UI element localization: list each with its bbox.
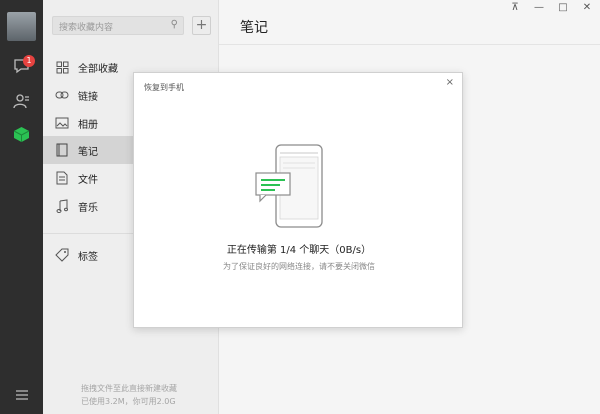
nav-label: 全部收藏 <box>78 63 118 75</box>
tag-icon <box>55 248 69 262</box>
favorites-cube-icon[interactable] <box>11 124 32 145</box>
nav-label: 文件 <box>78 174 98 186</box>
add-button[interactable]: + <box>192 16 211 35</box>
grid-icon <box>55 60 69 74</box>
nav-label: 音乐 <box>78 202 98 214</box>
search-placeholder: 搜索收藏内容 <box>59 23 114 33</box>
page-title: 笔记 <box>240 20 268 36</box>
transfer-status: 正在传输第 1/4 个聊天（0B/s） <box>226 245 372 256</box>
app-sidebar-rail: 1 <box>0 0 43 414</box>
restore-to-phone-dialog: 恢复到手机 × 正在传输第 1/4 个聊天（0B/s） 为了保证良好的网络连接，… <box>133 72 463 328</box>
file-icon <box>55 171 69 185</box>
transfer-hint: 为了保证良好的网络连接，请不要关闭微信 <box>223 262 375 271</box>
close-window-button[interactable]: ✕ <box>580 2 594 13</box>
dialog-title: 恢复到手机 <box>144 83 184 92</box>
avatar[interactable] <box>7 12 36 41</box>
search-input[interactable]: 搜索收藏内容 ⚲ <box>52 16 184 35</box>
nav-label: 相册 <box>78 119 98 131</box>
close-icon[interactable]: × <box>446 77 454 88</box>
nav-label: 链接 <box>78 91 98 103</box>
contacts-icon[interactable] <box>11 90 32 111</box>
search-icon[interactable]: ⚲ <box>171 19 178 30</box>
phone-transfer-illustration <box>255 144 323 228</box>
note-icon <box>55 143 69 157</box>
menu-icon[interactable] <box>11 384 32 405</box>
unread-badge: 1 <box>23 55 35 67</box>
pin-button[interactable]: ⊼ <box>508 2 522 13</box>
maximize-button[interactable]: □ <box>556 2 570 13</box>
footer-hint: 拖拽文件至此直接新建收藏 <box>81 384 177 393</box>
link-icon <box>55 88 69 102</box>
nav-label: 笔记 <box>78 146 98 158</box>
music-icon <box>55 199 69 213</box>
nav-label: 标签 <box>78 251 98 263</box>
minimize-button[interactable]: — <box>532 2 546 13</box>
image-icon <box>55 116 69 130</box>
storage-usage: 已使用3.2M，你可用2.0G <box>81 397 176 406</box>
